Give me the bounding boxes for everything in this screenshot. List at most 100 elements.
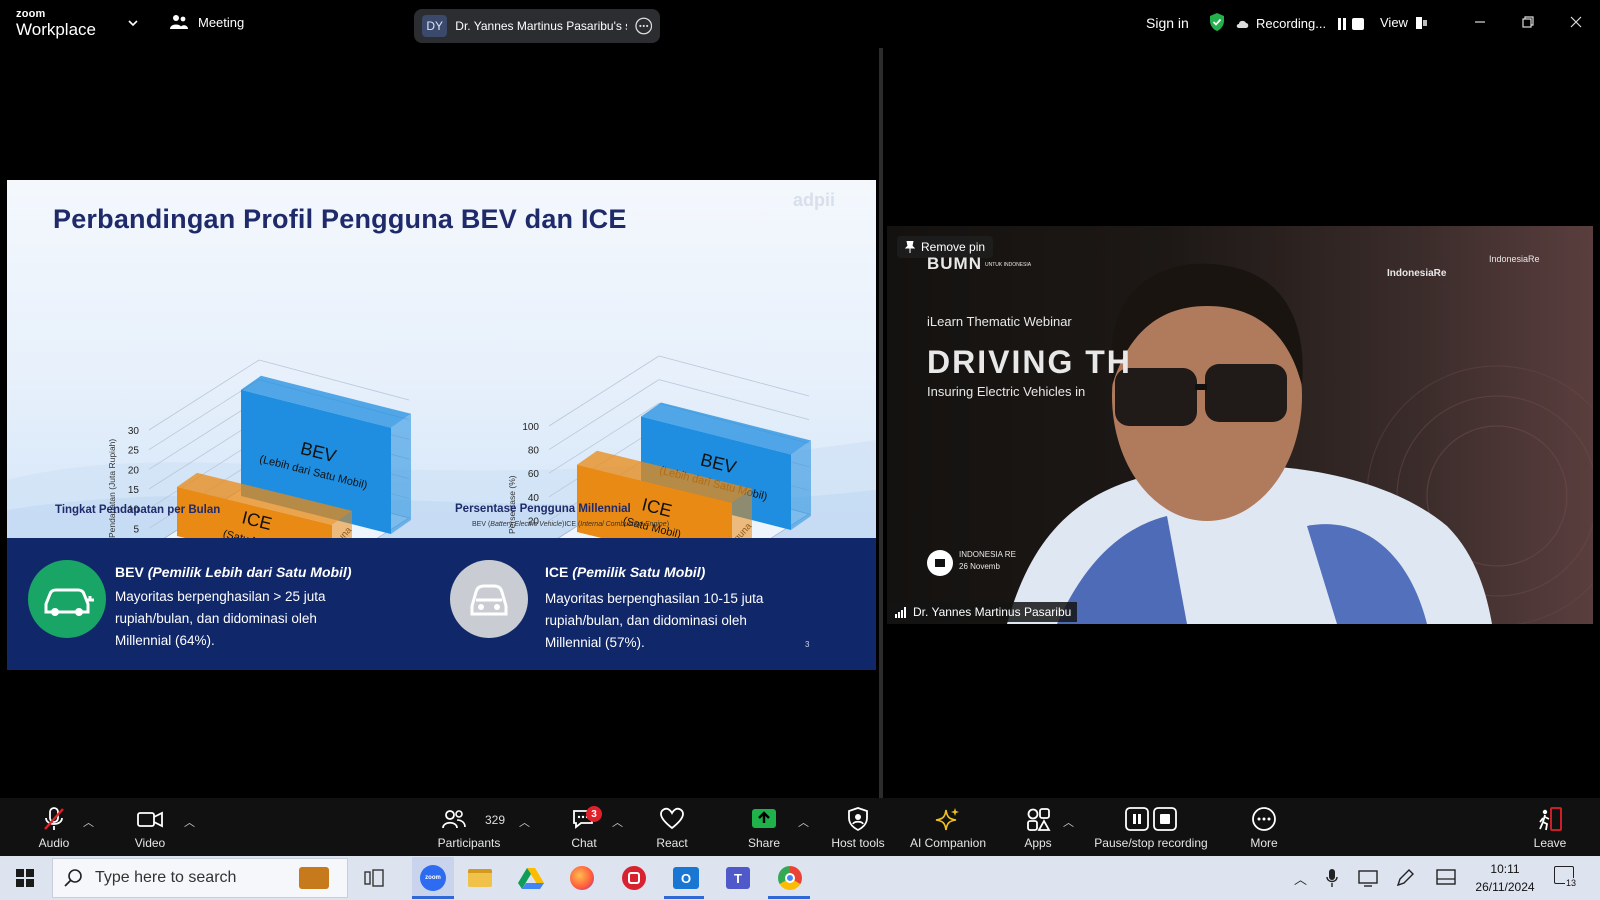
car-icon [450, 560, 528, 638]
y-tick-label: 25 [128, 446, 140, 457]
bev-heading: BEV (Pemilik Lebih dari Satu Mobil) [115, 564, 352, 580]
app-brand[interactable]: zoom Workplace [16, 9, 96, 39]
apps-button[interactable]: Apps [1018, 798, 1058, 856]
webinar-subtitle: Insuring Electric Vehicles in [927, 384, 1086, 399]
taskbar-clock[interactable]: 10:11 26/11/2024 [1470, 860, 1540, 896]
indonesiare-logo: IndonesiaRe [1387, 268, 1447, 279]
sign-in-link[interactable]: Sign in [1146, 15, 1189, 31]
sparkle-icon [935, 808, 959, 831]
outlook-icon[interactable]: O [670, 862, 702, 894]
y-axis-label: Pendapatan (Juta Rupiah) [107, 439, 117, 538]
chrome-icon[interactable] [774, 862, 806, 894]
audio-label: Audio [38, 836, 70, 850]
footnote-suffix: ) [666, 521, 670, 528]
encryption-shield-icon[interactable] [1208, 12, 1226, 32]
ice-heading-text: ICE [545, 564, 569, 580]
channel-camera-icon [927, 550, 953, 576]
indonesiare-institute-logo: IndonesiaRe [1489, 254, 1540, 264]
participants-options-caret[interactable]: ︿ [519, 814, 530, 830]
participants-button[interactable]: Participants [432, 798, 506, 856]
leave-button[interactable]: Leave [1530, 798, 1570, 856]
google-drive-icon[interactable] [515, 862, 547, 894]
share-button[interactable]: Share [744, 798, 784, 856]
signal-bars-icon [895, 606, 906, 618]
bev-heading-text: BEV [115, 564, 144, 580]
teams-icon[interactable]: T [722, 862, 754, 894]
pause-stop-recording-button[interactable]: Pause/stop recording [1088, 798, 1214, 856]
task-view-icon[interactable] [358, 862, 390, 894]
ice-description: Mayoritas berpenghasilan 10-15 juta rupi… [545, 591, 764, 650]
taskbar-search[interactable]: Type here to search [52, 858, 348, 898]
share-options-caret[interactable]: ︿ [798, 814, 809, 830]
notification-count: 13 [1565, 878, 1578, 888]
windows-start-icon[interactable] [16, 869, 34, 887]
bumn-logo-sub: UNTUK INDONESIA [985, 262, 1032, 268]
slide-summary-panel: BEV (Pemilik Lebih dari Satu Mobil) Mayo… [7, 538, 876, 670]
pin-icon [905, 241, 915, 253]
video-options-caret[interactable]: ︿ [184, 814, 195, 830]
ice-heading: ICE (Pemilik Satu Mobil) [545, 564, 705, 580]
more-button[interactable]: More [1244, 798, 1284, 856]
tray-display-icon[interactable] [1358, 869, 1378, 887]
firefox-icon[interactable] [566, 862, 598, 894]
share-status-pill[interactable]: DY Dr. Yannes Martinus Pasaribu's sc [414, 9, 660, 43]
participant-name-tag: Dr. Yannes Martinus Pasaribu [889, 602, 1078, 622]
webinar-title: DRIVING TH [927, 344, 1132, 380]
chat-label: Chat [571, 836, 597, 850]
pause-recording-icon[interactable] [1338, 17, 1347, 30]
avatar: DY [422, 15, 448, 37]
stop-recording-icon[interactable] [1352, 17, 1365, 30]
chevron-down-icon[interactable] [126, 16, 140, 30]
income-chart-caption: Tingkat Pendapatan per Bulan [55, 504, 221, 516]
meeting-label: Meeting [198, 14, 245, 30]
adpii-watermark: adpii [793, 190, 836, 210]
tray-keyboard-icon[interactable] [1436, 869, 1456, 885]
view-menu[interactable]: View [1380, 15, 1428, 30]
slide-page-number: 3 [805, 640, 810, 649]
brand-workplace: Workplace [16, 20, 96, 39]
footnote-mid: )ICE ( [562, 521, 581, 528]
restore-icon[interactable] [1518, 12, 1538, 32]
footnote-ice: Internal Combustion Engine [580, 521, 667, 528]
chrome-active-indicator [768, 896, 810, 899]
millennial-chart-caption: Persentase Pengguna Millennial [455, 503, 631, 515]
chat-options-caret[interactable]: ︿ [612, 814, 623, 830]
minimize-icon[interactable] [1470, 12, 1490, 32]
participants-label: Participants [437, 836, 501, 850]
ai-companion-button[interactable]: AI Companion [906, 798, 990, 856]
bar-side [391, 413, 411, 534]
video-button[interactable]: Video [128, 798, 172, 856]
audio-button[interactable]: Audio [32, 798, 76, 856]
tray-mic-icon[interactable] [1326, 869, 1338, 887]
participant-video[interactable]: Remove pin BUMN UNTUK INDONESIA Indonesi… [887, 226, 1593, 624]
tray-expand-icon[interactable]: ︿ [1294, 869, 1307, 888]
more-options-icon[interactable] [634, 17, 653, 35]
participant-name: Dr. Yannes Martinus Pasaribu [913, 605, 1072, 619]
audio-options-caret[interactable]: ︿ [83, 814, 94, 830]
ice-heading-italic: (Pemilik Satu Mobil) [572, 564, 706, 580]
zoom-app-icon[interactable]: zoom [412, 857, 454, 899]
close-icon[interactable] [1566, 12, 1586, 32]
y-tick-label: 5 [133, 524, 139, 535]
share-screen-icon [752, 809, 776, 828]
ai-companion-label: AI Companion [909, 836, 987, 850]
video-camera-icon [137, 811, 163, 828]
split-view-divider[interactable] [879, 48, 883, 798]
shield-app-icon[interactable] [618, 862, 650, 894]
more-label: More [1250, 836, 1278, 850]
y-tick-label: 80 [528, 446, 540, 457]
tray-pen-icon[interactable] [1396, 869, 1414, 887]
leave-label: Leave [1533, 836, 1567, 850]
react-button[interactable]: React [652, 798, 692, 856]
meeting-menu[interactable]: Meeting [170, 14, 244, 30]
apps-options-caret[interactable]: ︿ [1063, 814, 1074, 830]
footnote-prefix: BEV ( [472, 521, 491, 528]
host-tools-button[interactable]: Host tools [826, 798, 890, 856]
people-icon [170, 15, 188, 29]
file-explorer-icon[interactable] [464, 862, 496, 894]
recording-indicator[interactable]: Recording... [1236, 16, 1365, 31]
windows-taskbar: Type here to search zoom O T ︿ 10:11 26/… [0, 856, 1600, 900]
react-label: React [656, 836, 688, 850]
millennial-chart: 0204060801000.000.050.100.150.200.250.30… [507, 355, 811, 538]
share-title: Dr. Yannes Martinus Pasaribu's sc [455, 19, 627, 33]
